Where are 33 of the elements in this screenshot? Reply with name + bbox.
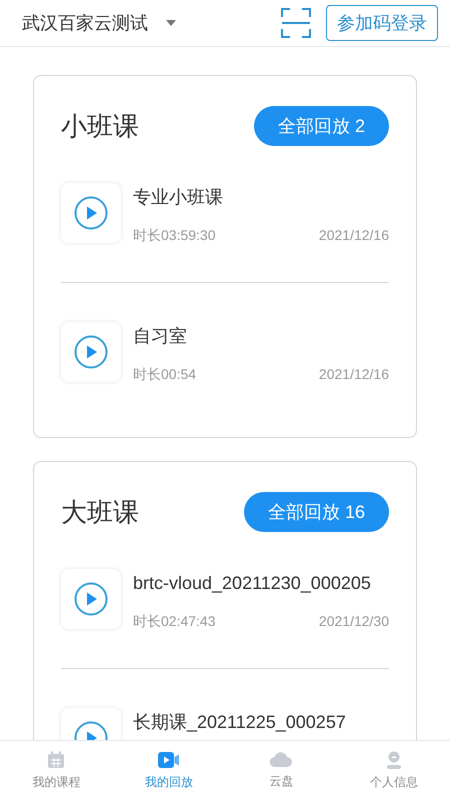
replay-item[interactable]: 专业小班课 时长03:59:30 2021/12/16 bbox=[61, 183, 389, 243]
play-icon bbox=[74, 335, 108, 369]
section-title: 小班课 bbox=[61, 110, 139, 142]
play-icon bbox=[74, 196, 108, 230]
scan-icon[interactable] bbox=[280, 7, 312, 39]
calendar-icon bbox=[47, 750, 66, 768]
duration-text: 时长02:47:43 bbox=[133, 612, 216, 631]
video-camera-icon bbox=[158, 750, 180, 768]
tab-bar-item[interactable]: 云盘 bbox=[225, 741, 338, 800]
replay-item[interactable]: 自习室 时长00:54 2021/12/16 bbox=[61, 322, 389, 382]
replay-title: 长期课_20211225_000257 bbox=[133, 711, 347, 734]
all-replays-button[interactable]: 全部回放 16 bbox=[244, 492, 389, 532]
join-code-login-button[interactable]: 参加码登录 bbox=[326, 5, 438, 41]
play-icon bbox=[74, 582, 108, 616]
tab-bar-item[interactable]: 我的课程 bbox=[0, 741, 112, 800]
replay-item[interactable]: 长期课_20211225_000257 bbox=[61, 708, 389, 740]
cloud-icon bbox=[269, 752, 294, 768]
person-icon bbox=[384, 750, 403, 768]
date-text: 2021/12/16 bbox=[318, 226, 389, 245]
organization-name[interactable]: 武汉百家云测试 bbox=[22, 10, 148, 36]
dropdown-caret-icon[interactable] bbox=[166, 20, 176, 26]
date-text: 2021/12/16 bbox=[318, 365, 389, 384]
tab-bar-item[interactable]: 我的回放 bbox=[112, 741, 225, 800]
replay-title: 专业小班课 bbox=[133, 186, 224, 209]
duration-text: 时长03:59:30 bbox=[133, 226, 216, 245]
tab-bar-item[interactable]: 个人信息 bbox=[338, 741, 450, 800]
replay-title: 自习室 bbox=[133, 325, 188, 348]
duration-text: 时长00:54 bbox=[133, 365, 196, 384]
replay-title: brtc-vloud_20211230_000205 bbox=[133, 572, 372, 595]
section-title: 大班课 bbox=[61, 496, 139, 528]
all-replays-button[interactable]: 全部回放 2 bbox=[254, 106, 389, 146]
replay-item[interactable]: brtc-vloud_20211230_000205 时长02:47:43 2021/12/30 bbox=[61, 569, 389, 629]
date-text: 2021/12/30 bbox=[318, 612, 389, 631]
